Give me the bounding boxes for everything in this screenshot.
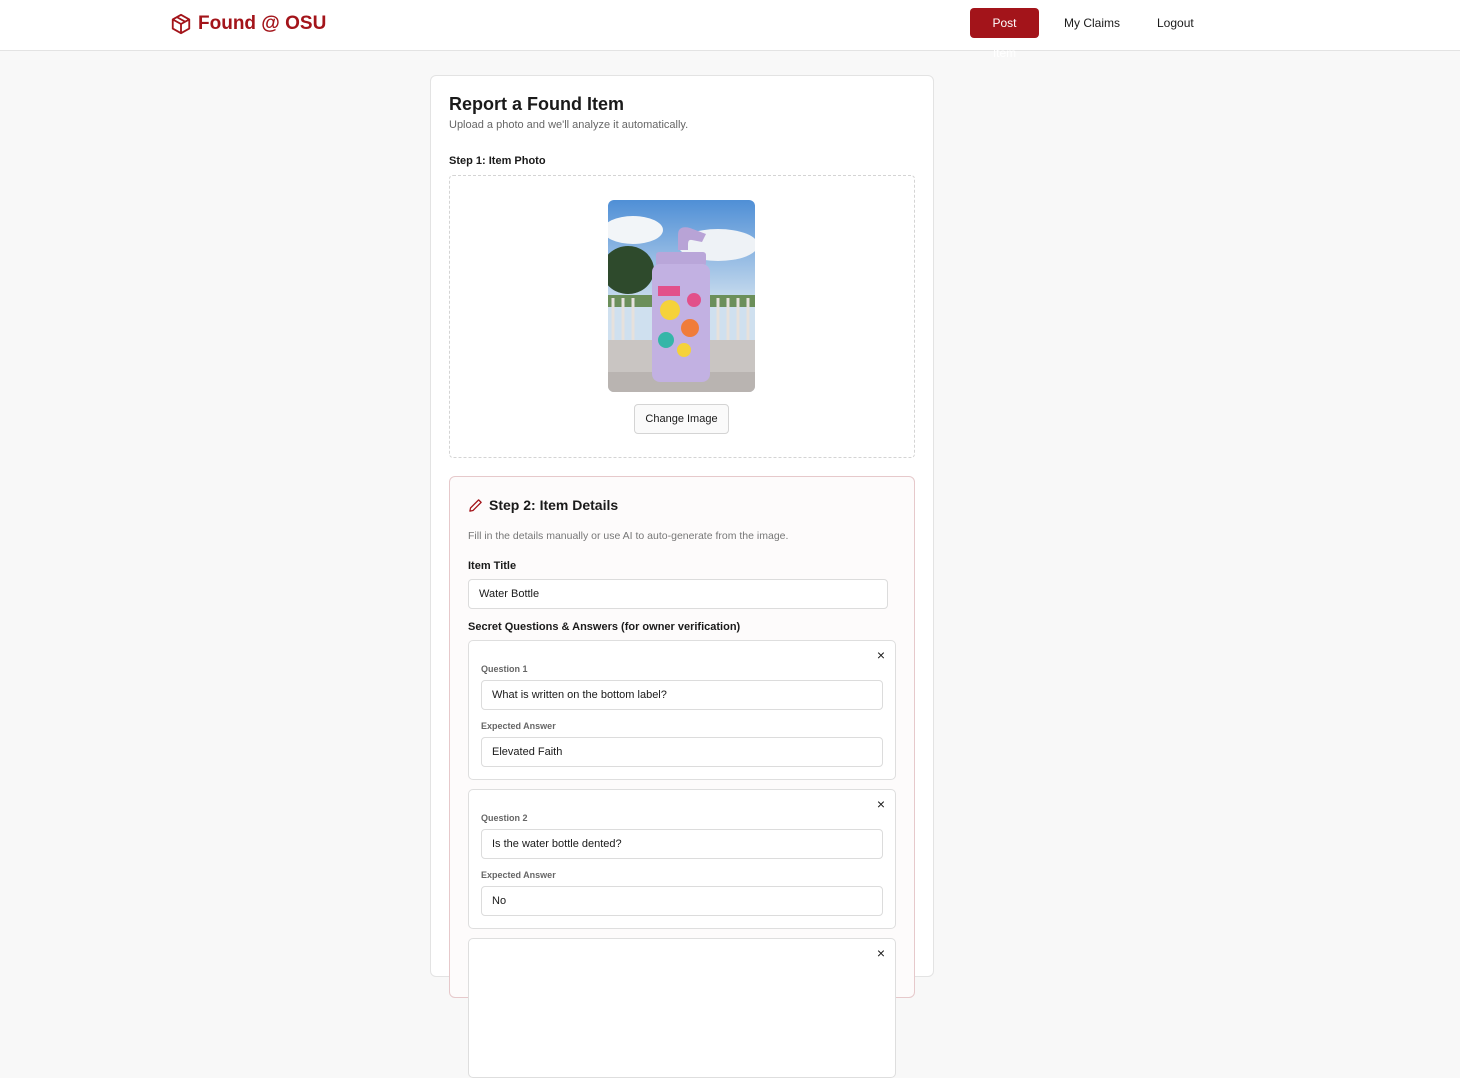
close-icon[interactable]: ×	[877, 796, 885, 812]
nav-menu: Post Item My Claims Logout	[970, 8, 1206, 60]
report-form-card: Report a Found Item Upload a photo and w…	[430, 75, 934, 1078]
step2-header: Step 2: Item Details	[468, 497, 618, 513]
item-title-label: Item Title	[468, 560, 517, 572]
step2-description: Fill in the details manually or use AI t…	[468, 530, 789, 542]
item-title-input[interactable]: Water Bottle	[468, 579, 888, 609]
answer-input[interactable]: Elevated Faith	[481, 737, 883, 767]
top-navbar: Found @ OSU Post Item My Claims Logout	[0, 0, 1460, 60]
photo-upload-zone[interactable]: Change Image	[449, 175, 915, 458]
my-claims-link[interactable]: My Claims	[1052, 8, 1132, 38]
question-label: Question 2	[481, 813, 528, 823]
answer-label: Expected Answer	[481, 721, 556, 731]
step2-title: Step 2: Item Details	[489, 497, 619, 513]
pencil-icon	[469, 498, 482, 512]
step1-label: Step 1: Item Photo	[449, 155, 546, 167]
secret-qa-label: Secret Questions & Answers (for owner ve…	[468, 621, 741, 633]
close-icon[interactable]: ×	[877, 647, 885, 663]
item-photo	[608, 200, 755, 392]
post-item-button[interactable]: Post Item	[970, 8, 1039, 60]
question-input[interactable]: Is the water bottle dented?	[481, 829, 883, 859]
qa-card: × Question 1 What is written on the bott…	[468, 640, 896, 780]
item-details-section: Step 2: Item Details Fill in the details…	[449, 476, 915, 1078]
page-title: Report a Found Item	[449, 94, 624, 114]
question-input[interactable]: What is written on the bottom label?	[481, 680, 883, 710]
answer-input[interactable]: No	[481, 886, 883, 916]
qa-card: × Question 2 Is the water bottle dented?…	[468, 789, 896, 929]
change-image-button[interactable]: Change Image	[634, 404, 729, 434]
page-subtitle: Upload a photo and we'll analyze it auto…	[449, 119, 689, 131]
brand-name: Found @ OSU	[198, 13, 327, 34]
answer-label: Expected Answer	[481, 870, 556, 880]
brand-logo[interactable]: Found @ OSU	[170, 11, 326, 37]
qa-card: ×	[468, 938, 896, 1078]
box-icon	[171, 13, 191, 35]
question-label: Question 1	[481, 664, 528, 674]
logout-link[interactable]: Logout	[1145, 8, 1206, 38]
close-icon[interactable]: ×	[877, 945, 885, 961]
